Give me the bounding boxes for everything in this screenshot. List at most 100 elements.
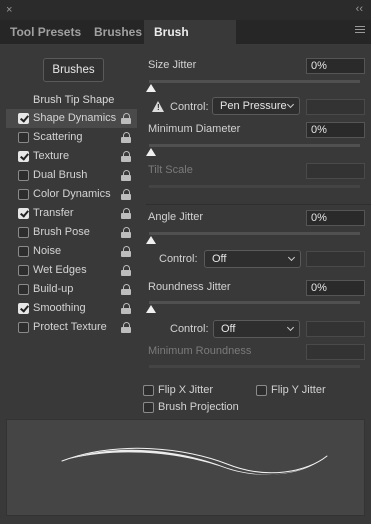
size-control-value: Pen Pressure <box>220 100 287 112</box>
lock-icon[interactable] <box>121 151 131 162</box>
panel-top-bar: × ‹‹ <box>0 0 371 20</box>
lock-icon[interactable] <box>121 246 131 257</box>
minimum-roundness-field <box>306 344 365 360</box>
sidebar-item-label: Wet Edges <box>33 264 87 276</box>
checkbox[interactable] <box>18 227 29 238</box>
tab-brushes[interactable]: Brushes <box>84 20 152 45</box>
checkbox[interactable] <box>18 151 29 162</box>
sidebar-item-label: Color Dynamics <box>33 188 111 200</box>
flip-y-jitter-checkbox[interactable] <box>256 385 267 396</box>
sidebar-item-label: Build-up <box>33 283 74 295</box>
brushes-button[interactable]: Brushes <box>43 58 104 82</box>
roundness-jitter-slider-thumb[interactable] <box>146 305 156 313</box>
sidebar-item-label: Noise <box>33 245 62 257</box>
roundness-control-value: Off <box>221 323 236 335</box>
roundness-control-label: Control: <box>170 323 209 335</box>
brush-stroke-preview <box>6 419 365 516</box>
sidebar-item-wet-edges[interactable]: Wet Edges <box>6 261 137 280</box>
lock-icon[interactable] <box>121 303 131 314</box>
brush-tip-shape-item[interactable]: Brush Tip Shape <box>6 91 137 109</box>
lock-icon[interactable] <box>121 208 131 219</box>
angle-jitter-slider-thumb[interactable] <box>146 236 156 244</box>
checkbox[interactable] <box>18 303 29 314</box>
collapse-panel-icon[interactable]: ‹‹ <box>356 3 363 15</box>
sidebar-item-protect-texture[interactable]: Protect Texture <box>6 318 137 337</box>
checkbox[interactable] <box>18 246 29 257</box>
angle-jitter-field[interactable]: 0% <box>306 210 365 226</box>
tilt-scale-label: Tilt Scale <box>148 164 193 176</box>
minimum-diameter-slider-thumb[interactable] <box>146 148 156 156</box>
sidebar-item-label: Transfer <box>33 207 74 219</box>
minimum-roundness-slider-track <box>149 365 360 368</box>
brush-projection-label[interactable]: Brush Projection <box>158 401 239 413</box>
chevron-down-icon <box>286 100 295 109</box>
minimum-roundness-label: Minimum Roundness <box>148 345 252 357</box>
checkbox[interactable] <box>18 284 29 295</box>
angle-control-label: Control: <box>159 253 198 265</box>
size-control-label: Control: <box>170 101 209 113</box>
sidebar-item-label: Shape Dynamics <box>33 112 117 124</box>
sidebar-item-color-dynamics[interactable]: Color Dynamics <box>6 185 137 204</box>
checkbox[interactable] <box>18 170 29 181</box>
panel-menu-icon[interactable] <box>355 26 365 38</box>
sidebar-item-noise[interactable]: Noise <box>6 242 137 261</box>
sidebar-item-label: Smoothing <box>33 302 86 314</box>
tab-tool-presets[interactable]: Tool Presets <box>0 20 91 45</box>
roundness-jitter-field[interactable]: 0% <box>306 280 365 296</box>
size-control-fade-field[interactable] <box>306 99 365 115</box>
brush-projection-checkbox[interactable] <box>143 402 154 413</box>
lock-icon[interactable] <box>121 227 131 238</box>
sidebar-item-shape-dynamics[interactable]: Shape Dynamics <box>6 109 137 128</box>
size-jitter-label: Size Jitter <box>148 59 197 71</box>
lock-icon[interactable] <box>121 132 131 143</box>
angle-control-dropdown[interactable]: Off <box>204 250 301 268</box>
flip-x-jitter-label[interactable]: Flip X Jitter <box>158 384 213 396</box>
tab-bar: Tool Presets Brushes Brush Settings <box>0 20 371 64</box>
size-jitter-field[interactable]: 0% <box>306 58 365 74</box>
checkbox[interactable] <box>18 265 29 276</box>
sidebar-item-scattering[interactable]: Scattering <box>6 128 137 147</box>
divider <box>146 204 371 205</box>
sidebar-item-smoothing[interactable]: Smoothing <box>6 299 137 318</box>
sidebar-item-build-up[interactable]: Build-up <box>6 280 137 299</box>
angle-control-fade-field[interactable] <box>306 251 365 267</box>
lock-icon[interactable] <box>121 265 131 276</box>
brush-options-list: Brush Tip Shape Shape Dynamics Scattering… <box>6 91 137 337</box>
sidebar-item-brush-pose[interactable]: Brush Pose <box>6 223 137 242</box>
lock-icon[interactable] <box>121 189 131 200</box>
tilt-scale-slider-track <box>149 185 360 188</box>
sidebar-item-transfer[interactable]: Transfer <box>6 204 137 223</box>
size-jitter-slider-track[interactable] <box>149 80 360 83</box>
lock-icon[interactable] <box>121 170 131 181</box>
checkbox[interactable] <box>18 322 29 333</box>
minimum-diameter-field[interactable]: 0% <box>306 122 365 138</box>
tab-brush-settings[interactable]: Brush Settings <box>144 20 236 64</box>
roundness-control-dropdown[interactable]: Off <box>213 320 300 338</box>
minimum-diameter-slider-track[interactable] <box>149 144 360 147</box>
sidebar-item-dual-brush[interactable]: Dual Brush <box>6 166 137 185</box>
checkbox[interactable] <box>18 113 29 124</box>
size-control-dropdown[interactable]: Pen Pressure <box>212 97 300 115</box>
checkbox[interactable] <box>18 208 29 219</box>
checkbox[interactable] <box>18 132 29 143</box>
lock-icon[interactable] <box>121 322 131 333</box>
lock-icon[interactable] <box>121 113 131 124</box>
close-icon[interactable]: × <box>6 4 12 16</box>
flip-y-jitter-label[interactable]: Flip Y Jitter <box>271 384 326 396</box>
sidebar-item-label: Brush Pose <box>33 226 90 238</box>
angle-jitter-label: Angle Jitter <box>148 211 204 223</box>
size-jitter-slider-thumb[interactable] <box>146 84 156 92</box>
flip-x-jitter-checkbox[interactable] <box>143 385 154 396</box>
sidebar-item-label: Protect Texture <box>33 321 107 333</box>
angle-jitter-slider-track[interactable] <box>149 232 360 235</box>
roundness-jitter-slider-track[interactable] <box>149 301 360 304</box>
roundness-control-fade-field[interactable] <box>306 321 365 337</box>
sidebar-item-label: Texture <box>33 150 70 162</box>
angle-control-value: Off <box>212 253 227 265</box>
warning-icon: ! <box>152 101 164 112</box>
sidebar-item-texture[interactable]: Texture <box>6 147 137 166</box>
chevron-down-icon <box>287 253 296 262</box>
checkbox[interactable] <box>18 189 29 200</box>
lock-icon[interactable] <box>121 284 131 295</box>
brush-settings-panel: Brushes Brush Tip Shape Shape Dynamics Sc… <box>0 45 371 524</box>
